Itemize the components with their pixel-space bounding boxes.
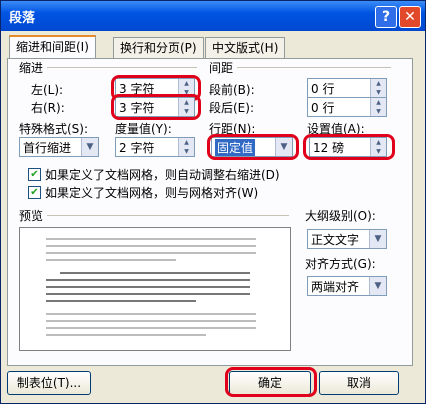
tab-asian-typography[interactable]: 中文版式(H) [205, 37, 286, 58]
dropdown-arrow-icon[interactable]: ▼ [369, 277, 386, 295]
spin-arrows-icon[interactable]: ▲ ▼ [178, 138, 194, 156]
preview-line [60, 272, 250, 274]
help-button[interactable]: ? [375, 6, 397, 28]
alignment-select[interactable]: 两端对齐 ▼ [307, 276, 387, 296]
grid-align-label: 如果定义了文档网格，则与网格对齐(W) [45, 186, 259, 200]
preview-divider [47, 215, 289, 216]
highlight-spacing-at [303, 134, 395, 160]
left-indent-label: 左(L): [31, 83, 64, 97]
indent-section-title: 缩进 [19, 61, 44, 75]
tab-indent-spacing[interactable]: 缩进和间距(I) [9, 35, 96, 60]
spin-arrows-icon[interactable]: ▲ ▼ [370, 79, 386, 97]
title-bar[interactable]: 段落 ? ✕ [1, 1, 425, 31]
spacing-divider [237, 67, 391, 68]
preview-line [46, 334, 206, 336]
grid-indent-label: 如果定义了文档网格，则自动调整右缩进(D) [45, 168, 280, 182]
highlight-right-indent [111, 94, 201, 120]
space-before-spinner[interactable]: 0 行 ▲ ▼ [307, 78, 387, 98]
indent-divider [47, 67, 197, 68]
dropdown-arrow-icon[interactable]: ▼ [369, 230, 386, 248]
tab-line-page-breaks[interactable]: 换行和分页(P) [113, 37, 204, 58]
preview-line [46, 327, 256, 329]
outline-level-value: 正文文字 [311, 233, 360, 247]
space-before-label: 段前(B): [209, 83, 255, 97]
alignment-label: 对齐方式(G): [305, 257, 376, 271]
spin-arrows-icon[interactable]: ▲ ▼ [370, 98, 386, 116]
highlight-line-spacing [207, 134, 299, 160]
paragraph-preview [19, 227, 291, 351]
right-indent-label: 右(R): [31, 101, 65, 115]
preview-line [46, 245, 256, 247]
cancel-button[interactable]: 取消 [319, 371, 399, 395]
space-after-value: 0 行 [311, 101, 335, 115]
tabs-button[interactable]: 制表位(T)... [7, 371, 91, 395]
indent-by-value: 2 字符 [119, 141, 155, 155]
preview-line [46, 293, 250, 295]
preview-line [46, 259, 176, 261]
space-before-value: 0 行 [311, 82, 335, 96]
indent-by-label: 度量值(Y): [115, 122, 172, 136]
preview-line [46, 300, 196, 302]
indent-by-spinner[interactable]: 2 字符 ▲ ▼ [115, 137, 195, 157]
preview-line [46, 320, 256, 322]
preview-line [46, 279, 250, 281]
grid-align-checkbox[interactable]: ✔ [28, 186, 41, 199]
preview-line [46, 238, 256, 240]
preview-line [46, 286, 250, 288]
special-indent-value: 首行缩进 [23, 141, 72, 155]
paragraph-dialog: 段落 ? ✕ 缩进和间距(I) 换行和分页(P) 中文版式(H) 缩进 左(L)… [0, 0, 426, 404]
preview-line [46, 313, 256, 315]
space-after-label: 段后(E): [209, 101, 254, 115]
outline-level-select[interactable]: 正文文字 ▼ [307, 229, 387, 249]
preview-section-title: 预览 [19, 209, 44, 223]
dropdown-arrow-icon[interactable]: ▼ [81, 138, 98, 156]
spacing-section-title: 间距 [209, 61, 234, 75]
preview-line [46, 252, 256, 254]
outline-level-label: 大纲级别(O): [305, 209, 376, 223]
special-indent-label: 特殊格式(S): [19, 122, 89, 136]
highlight-ok [225, 367, 317, 397]
grid-indent-checkbox[interactable]: ✔ [28, 168, 41, 181]
alignment-value: 两端对齐 [311, 280, 360, 294]
space-after-spinner[interactable]: 0 行 ▲ ▼ [307, 97, 387, 117]
close-button[interactable]: ✕ [399, 6, 421, 28]
special-indent-select[interactable]: 首行缩进 ▼ [19, 137, 99, 157]
dialog-title: 段落 [9, 11, 36, 26]
